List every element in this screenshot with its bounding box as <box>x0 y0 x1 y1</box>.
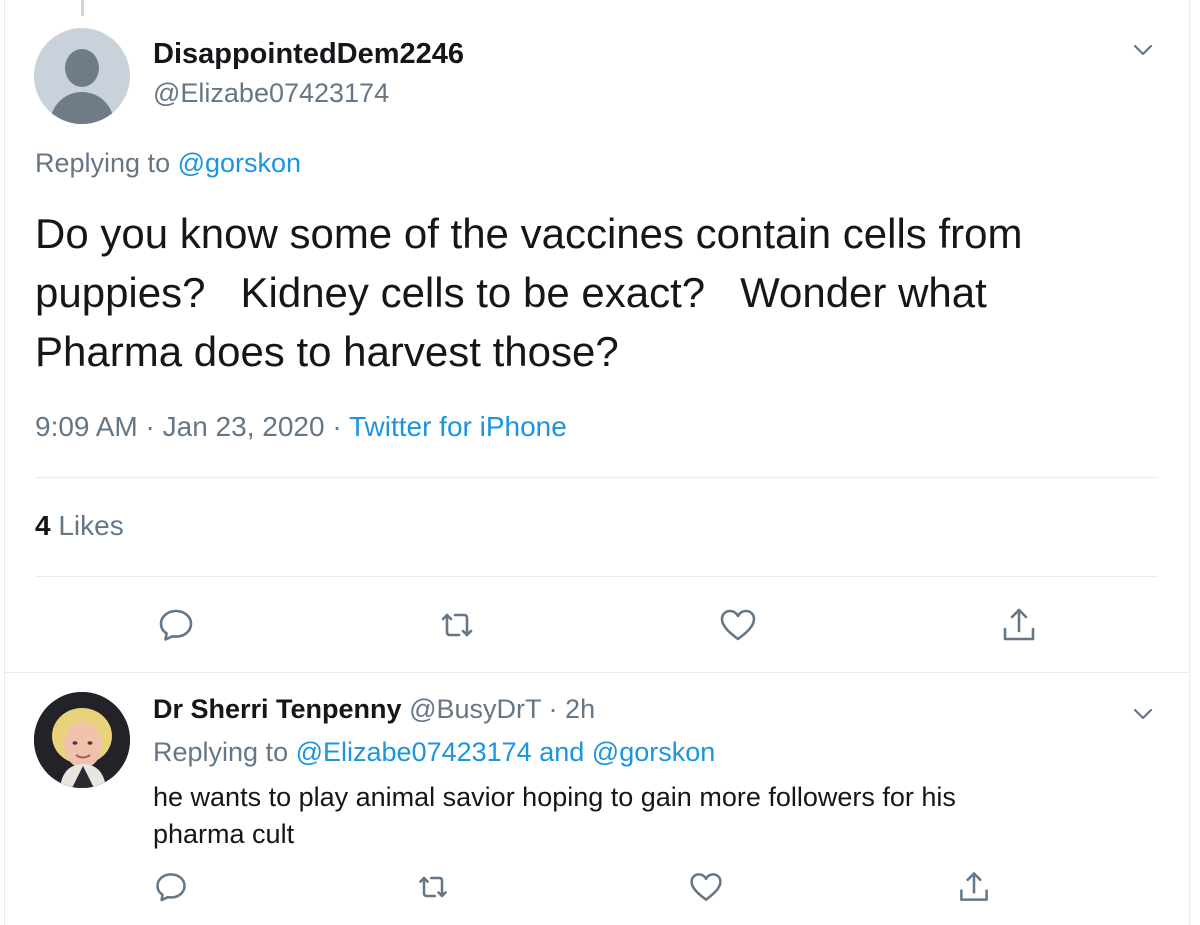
tweet-text-line: puppies? Kidney cells to be exact? Wonde… <box>35 269 987 316</box>
reply-text-line: pharma cult <box>153 819 295 849</box>
chevron-down-icon[interactable] <box>1129 36 1157 64</box>
likes-count-link[interactable]: 4 Likes <box>35 510 124 542</box>
tweet-text-line: Do you know some of the vaccines contain… <box>35 210 1023 257</box>
tweet-separator <box>4 672 1190 673</box>
heart-icon[interactable] <box>688 869 724 905</box>
tweet-source-link[interactable]: Twitter for iPhone <box>349 411 567 442</box>
reply-text-line: he wants to play animal savior hoping to… <box>153 782 956 812</box>
reply-time[interactable]: 2h <box>565 694 595 724</box>
divider <box>35 576 1158 577</box>
reply-icon[interactable] <box>153 869 189 905</box>
tweet-thread-page: DisappointedDem2246 @Elizabe07423174 Rep… <box>0 0 1200 925</box>
reply-author-avatar[interactable] <box>34 692 130 788</box>
meta-separator: · <box>145 411 155 442</box>
replying-to-link[interactable]: @gorskon <box>178 148 301 178</box>
author-handle[interactable]: @Elizabe07423174 <box>153 78 389 109</box>
frame-right-border <box>1189 0 1190 925</box>
reply-author-name[interactable]: Dr Sherri Tenpenny <box>153 694 402 724</box>
heart-icon[interactable] <box>718 605 758 645</box>
replying-to-line: Replying to @gorskon <box>35 148 301 179</box>
replying-to-link[interactable]: @gorskon <box>592 737 715 767</box>
replying-to-and[interactable]: and <box>539 737 584 767</box>
tweet-text-line: Pharma does to harvest those? <box>35 328 619 375</box>
tweet-metadata: 9:09 AM · Jan 23, 2020 · Twitter for iPh… <box>35 411 567 443</box>
reply-replying-to-line: Replying to @Elizabe07423174 and @gorsko… <box>153 737 715 768</box>
default-avatar[interactable] <box>34 28 130 124</box>
reply-separator: · <box>548 694 558 724</box>
divider <box>35 477 1158 478</box>
reply-header: Dr Sherri Tenpenny @BusyDrT · 2h <box>153 694 595 725</box>
replying-to-link[interactable]: @Elizabe07423174 <box>296 737 532 767</box>
retweet-icon[interactable] <box>415 869 451 905</box>
avatar-head-shape <box>65 49 99 87</box>
reply-icon[interactable] <box>156 605 196 645</box>
tweet-date[interactable]: Jan 23, 2020 <box>163 411 325 442</box>
likes-label: Likes <box>58 510 124 541</box>
tweet-body: Do you know some of the vaccines contain… <box>35 204 1155 381</box>
share-icon[interactable] <box>956 869 992 905</box>
likes-count: 4 <box>35 510 51 541</box>
share-icon[interactable] <box>999 605 1039 645</box>
replying-to-label: Replying to <box>35 148 171 178</box>
chevron-down-icon[interactable] <box>1129 700 1157 728</box>
reply-author-handle[interactable]: @BusyDrT <box>409 694 541 724</box>
thread-connector-line <box>81 0 84 16</box>
tweet-time[interactable]: 9:09 AM <box>35 411 138 442</box>
frame-left-border <box>4 0 5 925</box>
author-display-name[interactable]: DisappointedDem2246 <box>153 38 464 71</box>
replying-to-label: Replying to <box>153 737 289 767</box>
avatar-body-shape <box>50 92 114 124</box>
retweet-icon[interactable] <box>437 605 477 645</box>
meta-separator: · <box>332 411 342 442</box>
reply-body: he wants to play animal savior hoping to… <box>153 779 1113 853</box>
